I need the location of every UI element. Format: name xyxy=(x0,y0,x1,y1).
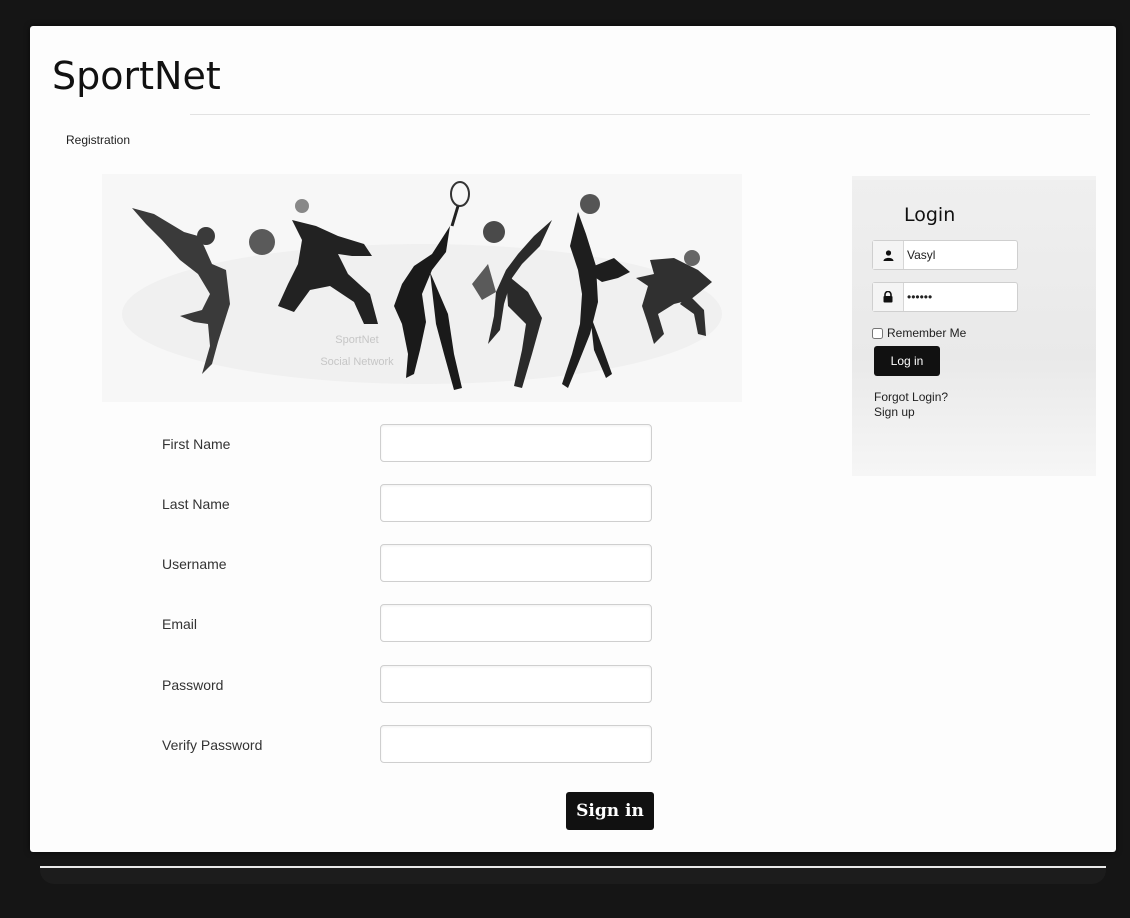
login-title: Login xyxy=(904,204,956,226)
log-in-button[interactable]: Log in xyxy=(874,346,940,376)
lock-icon xyxy=(873,283,904,311)
username-input[interactable] xyxy=(380,544,652,582)
password-input[interactable] xyxy=(380,665,652,703)
banner-caption-line-2: Social Network xyxy=(320,356,394,368)
login-password-input[interactable] xyxy=(905,285,1017,309)
browser-frame: SportNet Registration SportNet Social Ne… xyxy=(0,0,1130,918)
athletes-silhouette-illustration xyxy=(122,181,722,390)
last-name-input[interactable] xyxy=(380,484,652,522)
banner-caption-line-1: SportNet xyxy=(335,334,379,346)
user-icon xyxy=(873,241,904,269)
site-title[interactable]: SportNet xyxy=(52,54,221,98)
remember-me-row[interactable]: Remember Me xyxy=(872,326,966,340)
last-name-label: Last Name xyxy=(162,496,230,512)
banner-caption: SportNet Social Network xyxy=(292,329,422,373)
login-username-field[interactable] xyxy=(872,240,1018,270)
verify-password-label: Verify Password xyxy=(162,737,263,753)
sign-in-button[interactable]: Sign in xyxy=(566,792,654,830)
last-name-row: Last Name xyxy=(162,484,662,526)
password-label: Password xyxy=(162,677,224,693)
forgot-login-link[interactable]: Forgot Login? xyxy=(874,390,948,404)
sign-up-link[interactable]: Sign up xyxy=(874,405,915,419)
remember-me-checkbox[interactable] xyxy=(872,327,883,339)
login-panel: Login Vasyl •••••• Remember Me Log in Fo… xyxy=(852,176,1096,476)
breadcrumb: Registration xyxy=(66,133,131,147)
footer-bar xyxy=(40,866,1106,884)
user-icon-glyph xyxy=(883,249,893,261)
remember-me-label: Remember Me xyxy=(887,326,967,340)
verify-password-input[interactable] xyxy=(380,725,652,763)
email-label: Email xyxy=(162,616,198,632)
lock-icon-glyph xyxy=(883,291,893,303)
first-name-row: First Name xyxy=(162,424,662,466)
first-name-input[interactable] xyxy=(380,424,652,462)
password-row: Password xyxy=(162,665,662,707)
username-row: Username xyxy=(162,544,662,586)
login-password-field[interactable] xyxy=(872,282,1018,312)
username-label: Username xyxy=(162,556,227,572)
sports-banner-image: SportNet Social Network xyxy=(102,174,742,402)
title-divider xyxy=(190,114,1090,115)
login-username-input[interactable] xyxy=(905,243,1017,267)
page-container: SportNet Registration SportNet Social Ne… xyxy=(30,26,1116,852)
email-input[interactable] xyxy=(380,604,652,642)
verify-password-row: Verify Password xyxy=(162,725,662,767)
first-name-label: First Name xyxy=(162,436,231,452)
email-row: Email xyxy=(162,604,662,646)
